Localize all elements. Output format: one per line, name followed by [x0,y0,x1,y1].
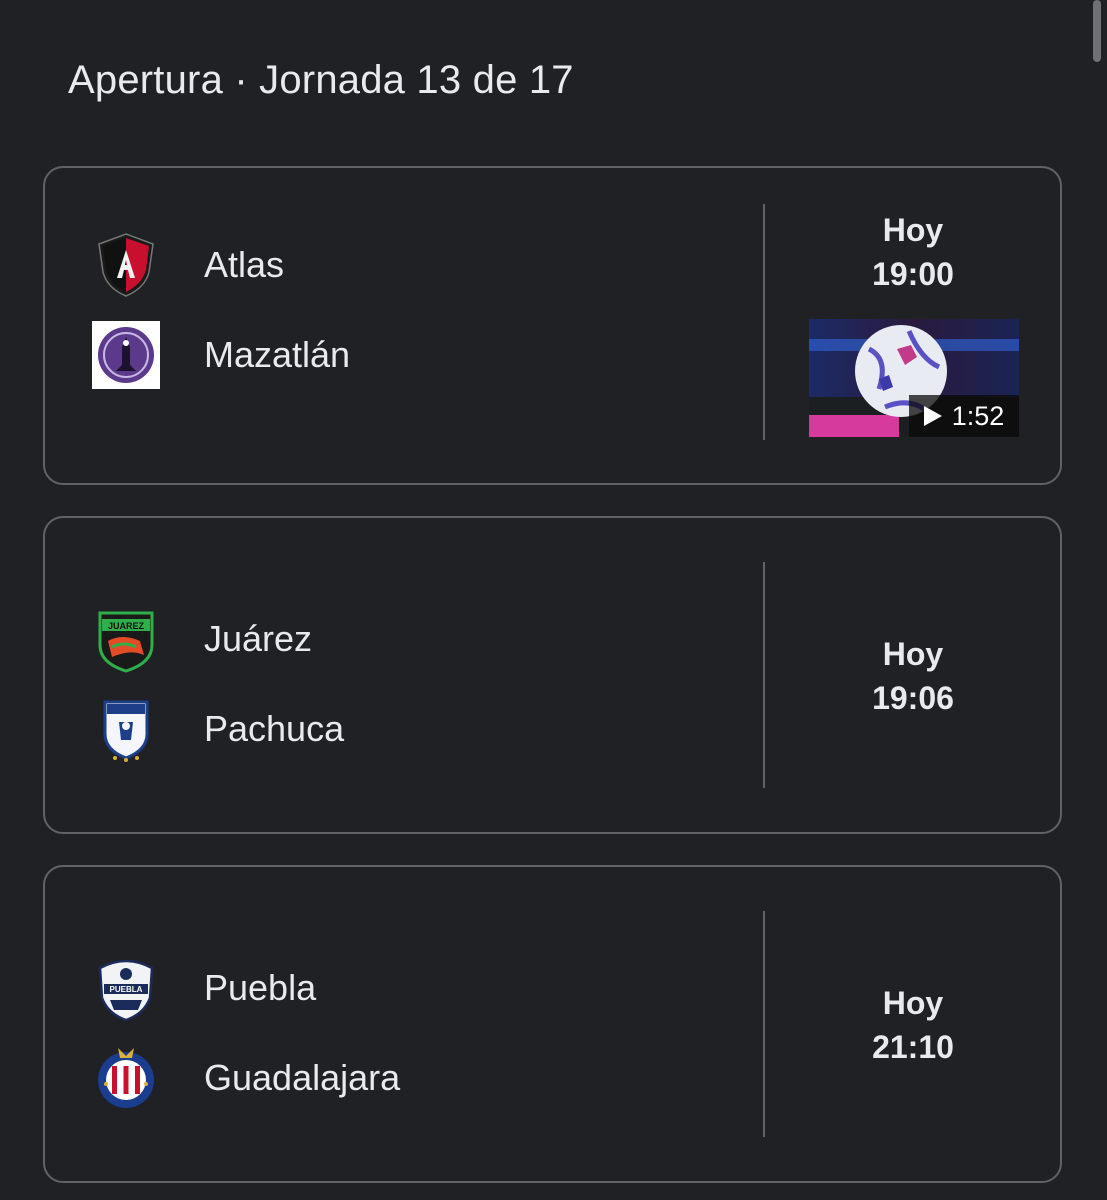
video-duration-badge: 1:52 [909,395,1019,437]
divider [763,562,765,788]
scrollbar[interactable] [1093,0,1101,62]
away-team[interactable]: Guadalajara [91,1043,400,1113]
juarez-crest-icon: JUAREZ [91,604,161,674]
team-name: Pachuca [204,708,345,749]
home-team[interactable]: Atlas [91,230,284,300]
match-day: Hoy [882,985,944,1021]
svg-text:PUEBLA: PUEBLA [110,985,143,994]
guadalajara-crest-icon [91,1043,161,1113]
team-name: Mazatlán [204,334,351,375]
svg-text:JUAREZ: JUAREZ [108,621,145,631]
kickoff-time: 19:06 [872,680,954,716]
match-card[interactable]: JUAREZ Juárez Pachuca Hoy 19:06 [43,516,1062,834]
mazatlan-crest-icon [91,320,161,390]
kickoff-time: 21:10 [872,1029,954,1065]
match-time: Hoy 19:00 [815,208,1011,296]
match-day: Hoy [882,212,944,248]
pachuca-crest-icon [91,694,161,764]
page-title: Apertura · Jornada 13 de 17 [68,58,574,102]
match-day: Hoy [882,636,944,672]
home-team[interactable]: PUEBLA Puebla [91,953,316,1023]
match-card[interactable]: PUEBLA Puebla Guadalajara Hoy 21:10 [43,865,1062,1183]
away-team[interactable]: Mazatlán [91,320,350,390]
video-thumbnail[interactable]: 1:52 [809,319,1019,437]
team-name: Guadalajara [204,1057,401,1098]
team-name: Puebla [204,967,317,1008]
away-team[interactable]: Pachuca [91,694,344,764]
team-name: Atlas [204,244,285,285]
kickoff-time: 19:00 [872,256,954,292]
home-team[interactable]: JUAREZ Juárez [91,604,312,674]
match-card[interactable]: Atlas Mazatlán Hoy 19:00 1:52 [43,166,1062,485]
puebla-crest-icon: PUEBLA [91,953,161,1023]
team-name: Juárez [204,618,313,659]
page: Apertura · Jornada 13 de 17 Atlas Mazatl… [0,0,1107,1200]
play-icon [923,406,942,426]
video-duration: 1:52 [951,400,1005,431]
atlas-crest-icon [91,230,161,300]
divider [763,911,765,1137]
match-time: Hoy 21:10 [815,981,1011,1069]
match-time: Hoy 19:06 [815,632,1011,720]
divider [763,204,765,440]
